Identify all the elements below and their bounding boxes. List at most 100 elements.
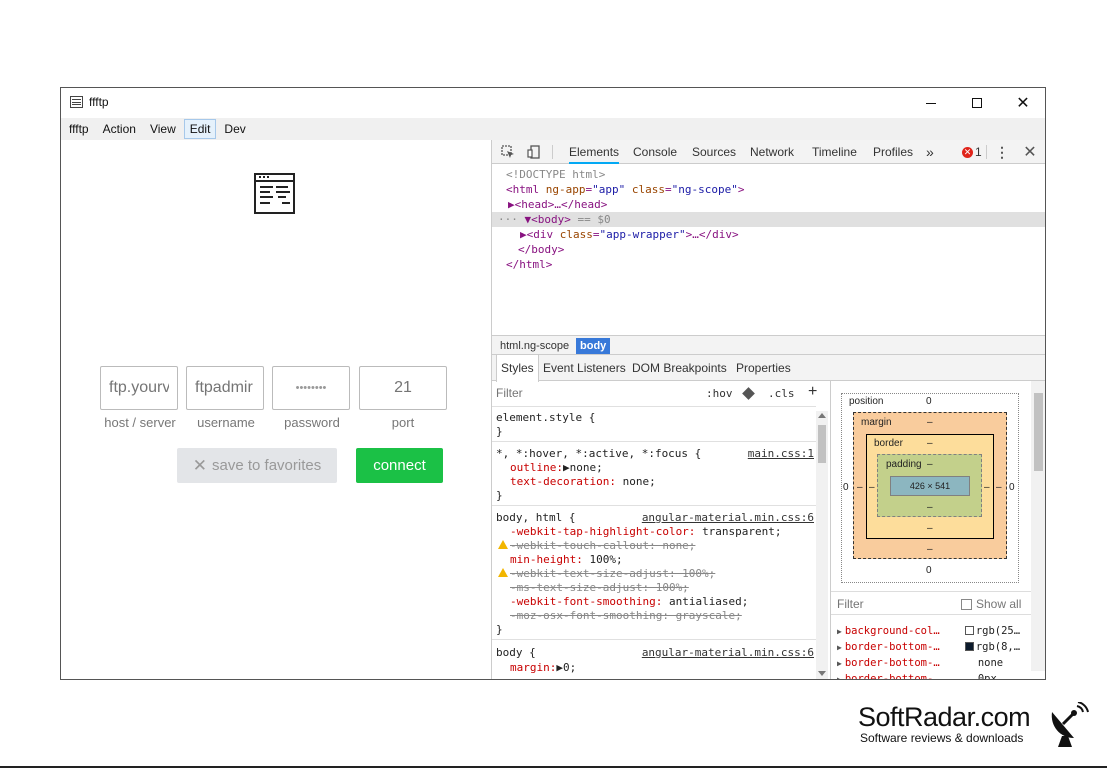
tab-profiles[interactable]: Profiles	[873, 140, 913, 164]
tab-network[interactable]: Network	[750, 140, 794, 164]
title-bar: ffftp ✕	[61, 88, 1045, 118]
show-all-checkbox[interactable]	[961, 598, 972, 610]
password-input[interactable]: ••••••••	[272, 366, 350, 410]
dom-line[interactable]: <html ng-app="app" class="ng-scope">	[492, 182, 1045, 197]
breadcrumb-body[interactable]: body	[576, 338, 611, 354]
padding-top-value: –	[927, 459, 933, 470]
maximize-icon	[972, 98, 982, 108]
menu-ffftp[interactable]: ffftp	[63, 119, 95, 139]
connect-button[interactable]: connect	[356, 448, 443, 483]
tab-elements[interactable]: Elements	[569, 140, 620, 164]
menu-edit[interactable]: Edit	[183, 119, 217, 139]
menu-action[interactable]: Action	[97, 119, 142, 139]
hov-toggle[interactable]: :hov	[706, 387, 733, 400]
save-to-favorites-label: save to favorites	[212, 457, 322, 474]
close-devtools-icon[interactable]: ✕	[1022, 144, 1038, 161]
error-count: 1	[975, 145, 982, 159]
app-icon	[70, 96, 83, 108]
styles-scrollbar[interactable]	[816, 411, 828, 679]
close-icon: ✕	[1016, 95, 1030, 112]
username-field[interactable]	[195, 379, 255, 397]
breadcrumb-html[interactable]: html.ng-scope	[496, 338, 573, 354]
declaration[interactable]: margin:▶0;	[510, 661, 828, 675]
declaration-overridden[interactable]: -ms-text-size-adjust: 100%;	[510, 581, 828, 595]
declaration[interactable]: outline:▶none;	[510, 461, 828, 475]
padding-label: padding	[886, 459, 922, 470]
position-right-value: 0	[1009, 482, 1015, 493]
border-top-value: –	[927, 438, 933, 449]
color-swatch[interactable]	[964, 626, 974, 635]
rule-source-link[interactable]: angular-material.min.css:6	[642, 646, 814, 660]
border-right-value: –	[984, 482, 990, 493]
minimize-icon	[926, 102, 936, 104]
computed-property[interactable]: ▶ background-col… rgb(25…	[837, 623, 1033, 639]
cls-toggle[interactable]: .cls	[768, 387, 795, 400]
subtab-event-listeners[interactable]: Event Listeners	[539, 355, 630, 381]
declaration-overridden[interactable]: -moz-osx-font-smoothing: grayscale;	[510, 609, 828, 623]
rule-source-link[interactable]: main.css:1	[748, 447, 814, 461]
menu-dev[interactable]: Dev	[218, 119, 251, 139]
scroll-thumb[interactable]	[818, 425, 826, 463]
computed-property[interactable]: ▶ border-bottom-… rgb(8,…	[837, 639, 1033, 655]
more-tabs-icon[interactable]: »	[926, 140, 934, 164]
host-field[interactable]	[109, 379, 169, 397]
warning-icon	[498, 568, 508, 577]
computed-filter-bar: Show all	[831, 591, 1031, 615]
subtab-dom-breakpoints[interactable]: DOM Breakpoints	[628, 355, 731, 381]
warning-icon	[498, 540, 508, 549]
device-toolbar-icon[interactable]	[526, 144, 542, 160]
rule-close: }	[496, 425, 503, 438]
color-swatch[interactable]	[964, 642, 974, 651]
new-rule-icon[interactable]: +	[808, 383, 817, 401]
dom-line-selected[interactable]: ··· ▼<body> == $0	[492, 212, 1045, 227]
dom-line[interactable]: ▶<div class="app-wrapper">…</div>	[492, 227, 1045, 242]
declaration[interactable]: -webkit-font-smoothing: antialiased;	[510, 595, 828, 609]
scroll-thumb[interactable]	[1034, 393, 1043, 471]
screenshot-canvas: ffftp ✕ ffftp Action View Edit Dev ftp.y…	[0, 0, 1107, 769]
tab-timeline[interactable]: Timeline	[812, 140, 857, 164]
error-count-badge[interactable]: ✕ 1	[962, 145, 982, 159]
declaration[interactable]: -webkit-tap-highlight-color: transparent…	[510, 525, 828, 539]
color-format-icon[interactable]	[742, 387, 755, 400]
dom-line[interactable]: </html>	[492, 257, 1045, 272]
subtab-properties[interactable]: Properties	[732, 355, 795, 381]
dom-line[interactable]: ▶<head>…</head>	[492, 197, 1045, 212]
save-to-favorites-button[interactable]: ✕ save to favorites	[177, 448, 337, 483]
username-input[interactable]	[186, 366, 264, 410]
close-button[interactable]: ✕	[1000, 88, 1045, 118]
ffftp-logo-icon	[254, 173, 295, 214]
scroll-down-icon[interactable]	[818, 671, 826, 676]
rule-source-link[interactable]: angular-material.min.css:6	[642, 511, 814, 525]
declaration[interactable]: min-height: 100%;	[510, 553, 828, 567]
computed-filter-input[interactable]	[837, 597, 937, 611]
tab-sources[interactable]: Sources	[692, 140, 736, 164]
menu-view[interactable]: View	[144, 119, 182, 139]
dom-line[interactable]: </body>	[492, 242, 1045, 257]
computed-property[interactable]: ▶ border-bottom-… none	[837, 655, 1033, 671]
minimize-button[interactable]	[908, 88, 954, 118]
menu-bar: ffftp Action View Edit Dev	[61, 118, 1045, 140]
maximize-button[interactable]	[954, 88, 1000, 118]
kebab-menu-icon[interactable]: ⋮	[994, 144, 1010, 160]
host-input[interactable]	[100, 366, 178, 410]
brand-tagline: Software reviews & downloads	[860, 731, 1024, 745]
scroll-up-icon[interactable]	[818, 413, 826, 418]
inspect-element-icon[interactable]	[500, 144, 516, 160]
box-model-scrollbar[interactable]	[1031, 381, 1045, 671]
position-bottom-value: 0	[926, 565, 932, 576]
devtools-toolbar: Elements Console Sources Network Timelin…	[492, 140, 1045, 164]
rule-selector[interactable]: element.style {	[496, 411, 814, 425]
styles-filter-input[interactable]	[496, 386, 646, 400]
bottom-divider	[0, 766, 1107, 768]
tab-console[interactable]: Console	[633, 140, 677, 164]
port-field[interactable]	[368, 379, 438, 397]
show-all-toggle[interactable]: Show all	[961, 597, 1021, 611]
port-input[interactable]	[359, 366, 447, 410]
password-field[interactable]: ••••••••	[296, 382, 327, 394]
declaration-overridden[interactable]: -webkit-text-size-adjust: 100%;	[510, 567, 828, 581]
subtab-styles[interactable]: Styles	[496, 355, 539, 382]
declaration-overridden[interactable]: -webkit-touch-callout: none;	[510, 539, 828, 553]
computed-property[interactable]: ▶ border-bottom-… 0px	[837, 671, 1033, 679]
dom-line[interactable]: <!DOCTYPE html>	[492, 167, 1045, 182]
declaration[interactable]: text-decoration: none;	[510, 475, 828, 489]
